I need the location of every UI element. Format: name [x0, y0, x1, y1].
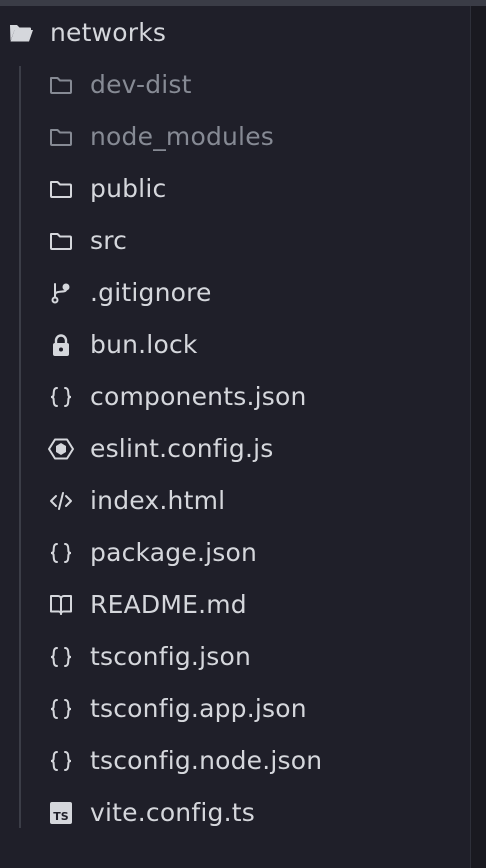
tree-root-networks[interactable]: networks	[0, 7, 466, 59]
tree-item-label: index.html	[90, 486, 226, 515]
tree-item-label: .gitignore	[90, 278, 212, 307]
tree-item-label: dev-dist	[90, 70, 192, 99]
tree-item-tsconfig-node-json[interactable]: tsconfig.node.json	[0, 735, 466, 787]
tree-item-components-json[interactable]: components.json	[0, 371, 466, 423]
json-braces-icon	[48, 748, 74, 774]
code-tag-icon	[48, 488, 74, 514]
panel-top-border	[0, 0, 486, 6]
tree-item-label: package.json	[90, 538, 257, 567]
book-icon	[48, 592, 74, 618]
tree-item-gitignore[interactable]: .gitignore	[0, 267, 466, 319]
typescript-icon: TS	[48, 800, 74, 826]
tree-item-tsconfig-app-json[interactable]: tsconfig.app.json	[0, 683, 466, 735]
tree-item-label: tsconfig.node.json	[90, 746, 323, 775]
json-braces-icon	[48, 384, 74, 410]
tree-item-label: src	[90, 226, 128, 255]
tree-item-label: eslint.config.js	[90, 434, 274, 463]
tree-item-public[interactable]: public	[0, 163, 466, 215]
tree-item-src[interactable]: src	[0, 215, 466, 267]
tree-item-tsconfig-json[interactable]: tsconfig.json	[0, 631, 466, 683]
tree-item-index-html[interactable]: index.html	[0, 475, 466, 527]
folder-icon	[48, 124, 74, 150]
tree-item-package-json[interactable]: package.json	[0, 527, 466, 579]
folder-open-icon	[8, 20, 34, 46]
tree-item-node-modules[interactable]: node_modules	[0, 111, 466, 163]
tree-item-label: components.json	[90, 382, 307, 411]
json-braces-icon	[48, 540, 74, 566]
tree-item-label: README.md	[90, 590, 247, 619]
tree-item-label: public	[90, 174, 167, 203]
lock-icon	[48, 332, 74, 358]
tree-item-vite-config-ts[interactable]: TS vite.config.ts	[0, 787, 466, 839]
svg-text:TS: TS	[53, 810, 69, 823]
json-braces-icon	[48, 696, 74, 722]
git-branch-icon	[48, 280, 74, 306]
tree-item-label: bun.lock	[90, 330, 198, 359]
tree-item-bun-lock[interactable]: bun.lock	[0, 319, 466, 371]
tree-item-label: vite.config.ts	[90, 798, 255, 827]
folder-icon	[48, 176, 74, 202]
tree-item-label: node_modules	[90, 122, 275, 151]
folder-icon	[48, 72, 74, 98]
tree-item-label: tsconfig.app.json	[90, 694, 307, 723]
tree-root-label: networks	[50, 18, 167, 47]
json-braces-icon	[48, 644, 74, 670]
tree-item-eslint-config-js[interactable]: eslint.config.js	[0, 423, 466, 475]
tree-item-dev-dist[interactable]: dev-dist	[0, 59, 466, 111]
scrollbar-track[interactable]	[470, 6, 486, 868]
file-explorer-panel: networks dev-dist node_modulespublic src .g…	[0, 0, 486, 868]
eslint-icon	[48, 436, 74, 462]
tree-item-label: tsconfig.json	[90, 642, 251, 671]
tree-item-readme-md[interactable]: README.md	[0, 579, 466, 631]
folder-icon	[48, 228, 74, 254]
